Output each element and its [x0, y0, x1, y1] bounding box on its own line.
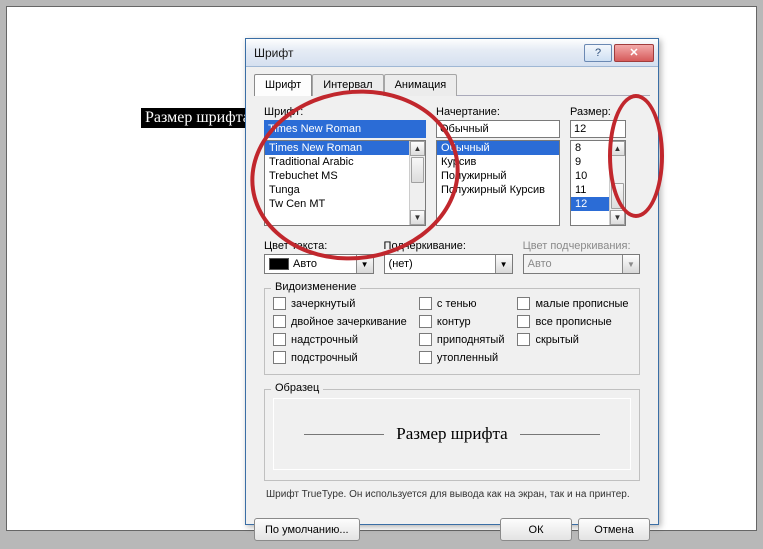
tab-interval[interactable]: Интервал — [312, 74, 383, 96]
checkbox-outline[interactable]: контур — [419, 315, 514, 328]
checkbox-allcaps[interactable]: все прописные — [517, 315, 631, 328]
list-item[interactable]: 10 — [571, 169, 609, 183]
size-label: Размер: — [570, 106, 626, 118]
checkbox-smallcaps[interactable]: малые прописные — [517, 297, 631, 310]
scroll-down-icon[interactable]: ▼ — [410, 210, 425, 225]
list-item[interactable]: Курсив — [437, 155, 559, 169]
checkbox-hidden[interactable]: скрытый — [517, 333, 631, 346]
font-label: Шрифт: — [264, 106, 426, 118]
style-input[interactable] — [436, 120, 560, 138]
color-swatch-icon — [269, 258, 289, 270]
checkbox-emboss[interactable]: приподнятый — [419, 333, 514, 346]
list-item[interactable]: Tw Cen MT — [265, 197, 409, 211]
list-item[interactable]: Обычный — [437, 141, 559, 155]
underline-color-combo: Авто ▼ — [523, 254, 640, 274]
list-item[interactable]: Traditional Arabic — [265, 155, 409, 169]
tab-bar: Шрифт Интервал Анимация — [254, 73, 650, 96]
cancel-button[interactable]: Отмена — [578, 518, 650, 541]
help-button[interactable]: ? — [584, 44, 612, 62]
sample-text: Размер шрифта — [396, 424, 507, 444]
scroll-down-icon[interactable]: ▼ — [610, 210, 625, 225]
underline-combo[interactable]: (нет) ▼ — [384, 254, 513, 274]
underline-value: (нет) — [389, 258, 413, 270]
list-item[interactable]: 12 — [571, 197, 609, 211]
checkbox-superscript[interactable]: надстрочный — [273, 333, 415, 346]
font-color-combo[interactable]: Авто ▼ — [264, 254, 374, 274]
color-value: Авто — [293, 258, 317, 270]
chevron-down-icon[interactable]: ▼ — [356, 255, 373, 273]
sample-rule-right — [520, 434, 600, 435]
button-bar: По умолчанию... ОК Отмена — [246, 510, 658, 549]
tab-animation[interactable]: Анимация — [384, 74, 458, 96]
font-dialog: Шрифт ? ✕ Шрифт Интервал Анимация Шрифт:… — [245, 38, 659, 525]
font-listbox[interactable]: Times New Roman Traditional Arabic Trebu… — [264, 140, 426, 226]
font-input[interactable] — [264, 120, 426, 138]
scroll-up-icon[interactable]: ▲ — [610, 141, 625, 156]
sample-legend: Образец — [271, 382, 323, 394]
truetype-note: Шрифт TrueType. Он используется для выво… — [266, 489, 638, 500]
style-label: Начертание: — [436, 106, 560, 118]
list-item[interactable]: 9 — [571, 155, 609, 169]
ok-button[interactable]: ОК — [500, 518, 572, 541]
style-listbox[interactable]: Обычный Курсив Полужирный Полужирный Кур… — [436, 140, 560, 226]
selected-text[interactable]: Размер шрифта — [141, 108, 254, 128]
tab-font[interactable]: Шрифт — [254, 74, 312, 96]
checkbox-strikethrough[interactable]: зачеркнутый — [273, 297, 415, 310]
color-label: Цвет текста: — [264, 240, 374, 252]
scrollbar[interactable]: ▲ ▼ — [609, 141, 625, 225]
chevron-down-icon: ▼ — [622, 255, 639, 273]
list-item[interactable]: 8 — [571, 141, 609, 155]
chevron-down-icon[interactable]: ▼ — [495, 255, 512, 273]
effects-group: Видоизменение зачеркнутый двойное зачерк… — [264, 288, 640, 375]
dialog-title: Шрифт — [254, 46, 584, 60]
sample-group: Образец Размер шрифта — [264, 389, 640, 481]
list-item[interactable]: 11 — [571, 183, 609, 197]
list-item[interactable]: Times New Roman — [265, 141, 409, 155]
close-button[interactable]: ✕ — [614, 44, 654, 62]
scroll-up-icon[interactable]: ▲ — [410, 141, 425, 156]
effects-legend: Видоизменение — [271, 281, 360, 293]
underline-color-label: Цвет подчеркивания: — [523, 240, 640, 252]
checkbox-shadow[interactable]: с тенью — [419, 297, 514, 310]
panel: Шрифт: Times New Roman Traditional Arabi… — [254, 96, 650, 510]
checkbox-subscript[interactable]: подстрочный — [273, 351, 415, 364]
size-listbox[interactable]: 8 9 10 11 12 ▲ ▼ — [570, 140, 626, 226]
underline-label: Подчеркивание: — [384, 240, 513, 252]
default-button[interactable]: По умолчанию... — [254, 518, 360, 541]
underline-color-value: Авто — [528, 258, 552, 270]
scrollbar[interactable]: ▲ ▼ — [409, 141, 425, 225]
list-item[interactable]: Полужирный — [437, 169, 559, 183]
checkbox-double-strike[interactable]: двойное зачеркивание — [273, 315, 415, 328]
list-item[interactable]: Trebuchet MS — [265, 169, 409, 183]
list-item[interactable]: Полужирный Курсив — [437, 183, 559, 197]
size-input[interactable] — [570, 120, 626, 138]
titlebar[interactable]: Шрифт ? ✕ — [246, 39, 658, 67]
list-item[interactable]: Tunga — [265, 183, 409, 197]
checkbox-engrave[interactable]: утопленный — [419, 351, 514, 364]
sample-rule-left — [304, 434, 384, 435]
